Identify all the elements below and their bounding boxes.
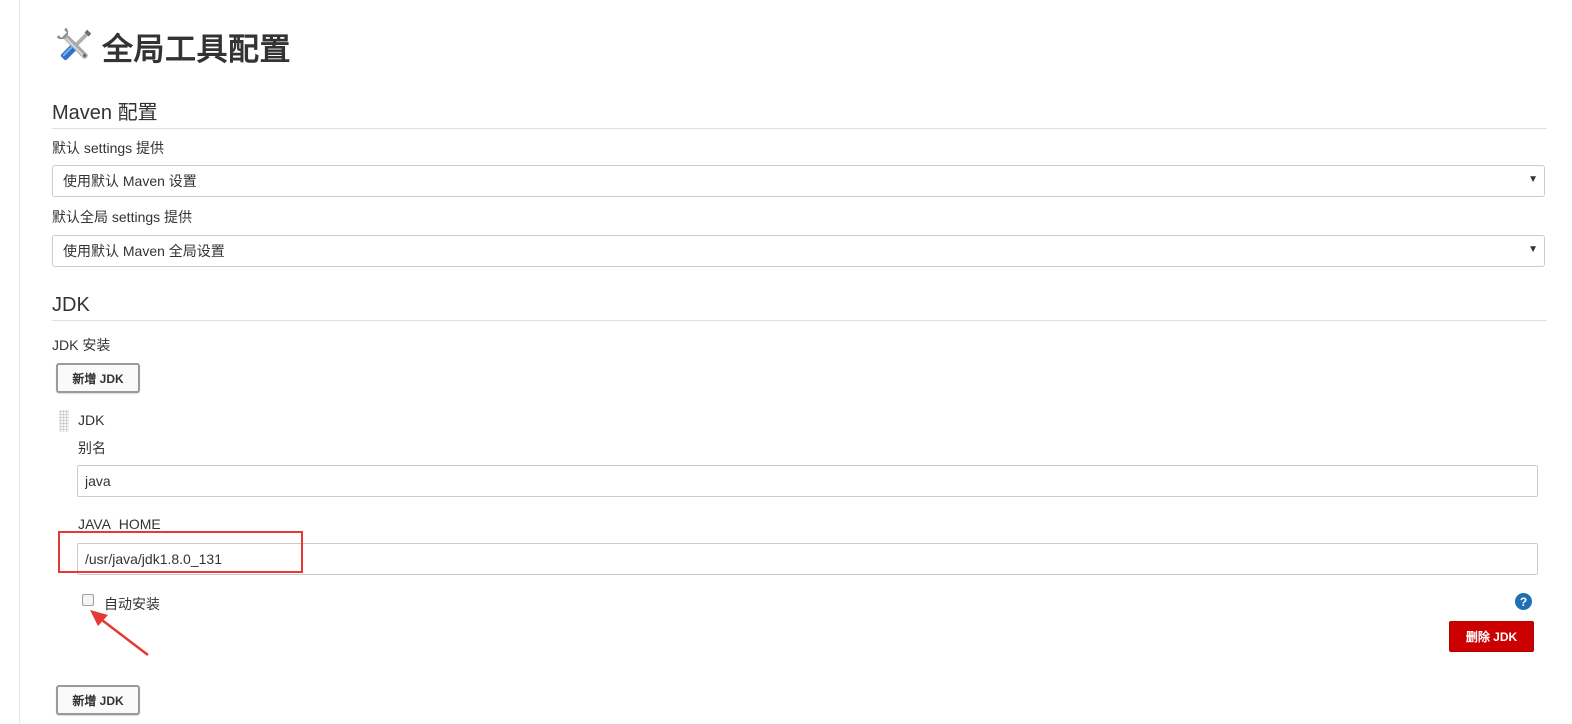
maven-settings-label: 默认 settings 提供 [52, 140, 165, 156]
chevron-down-icon: ▼ [1528, 244, 1538, 255]
drag-handle-icon[interactable] [59, 410, 69, 432]
maven-global-settings-select[interactable]: 使用默认 Maven 全局设置 ▼ [52, 235, 1545, 267]
page-title: 全局工具配置 [52, 22, 291, 70]
jdk-install-label: JDK 安装 [52, 337, 111, 353]
maven-global-settings-selected-value: 使用默认 Maven 全局设置 [63, 243, 225, 259]
auto-install-label: 自动安装 [104, 596, 160, 612]
jdk-entry-title: JDK [78, 412, 105, 428]
maven-global-settings-label: 默认全局 settings 提供 [52, 209, 193, 225]
java-home-input[interactable] [77, 543, 1538, 575]
wrench-screwdriver-icon [56, 27, 92, 61]
add-jdk-button-bottom[interactable]: 新增 JDK [56, 685, 140, 715]
auto-install-checkbox[interactable] [82, 594, 94, 606]
jdk-alias-label: 别名 [78, 440, 106, 456]
page-left-border [19, 0, 20, 724]
add-jdk-button[interactable]: 新增 JDK [56, 363, 140, 393]
chevron-down-icon: ▼ [1528, 174, 1538, 185]
maven-settings-select[interactable]: 使用默认 Maven 设置 ▼ [52, 165, 1545, 197]
page-title-text: 全局工具配置 [102, 31, 291, 67]
maven-section-header: Maven 配置 [52, 96, 1547, 129]
java-home-label: JAVA_HOME [78, 516, 161, 532]
help-icon[interactable]: ? [1515, 593, 1532, 610]
delete-jdk-button[interactable]: 删除 JDK [1449, 621, 1534, 652]
maven-settings-selected-value: 使用默认 Maven 设置 [63, 173, 197, 189]
jdk-alias-input[interactable] [77, 465, 1538, 497]
jdk-section-header: JDK [52, 294, 1547, 321]
